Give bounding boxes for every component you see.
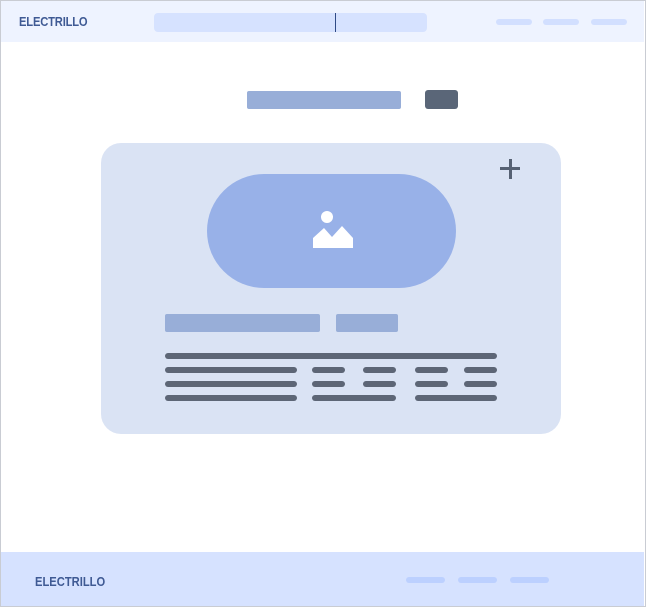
nav-link-1[interactable] [496, 19, 532, 25]
search-button[interactable] [425, 90, 458, 109]
logo[interactable]: ELECTRILLO [19, 14, 88, 29]
footer: ELECTRILLO [1, 552, 644, 606]
nav-link-3[interactable] [591, 19, 627, 25]
spec-line [363, 367, 396, 373]
nav-link-2[interactable] [543, 19, 579, 25]
header: ELECTRILLO [1, 1, 644, 42]
text-caret [335, 13, 336, 32]
spec-line [165, 367, 297, 373]
spec-line [363, 381, 396, 387]
spec-line [464, 367, 497, 373]
spec-line [312, 381, 345, 387]
spec-line [165, 395, 297, 401]
card-tag-placeholder [336, 314, 398, 332]
footer-logo[interactable]: ELECTRILLO [35, 574, 105, 589]
footer-link-1[interactable] [406, 577, 445, 583]
spec-header-line [165, 353, 497, 359]
product-card [101, 143, 561, 434]
spec-line [415, 381, 448, 387]
spec-line [415, 367, 448, 373]
card-title-placeholder [165, 314, 320, 332]
search-input[interactable] [154, 13, 427, 32]
spec-line [312, 367, 345, 373]
image-icon [313, 211, 353, 248]
spec-line [312, 395, 396, 401]
footer-link-2[interactable] [458, 577, 497, 583]
add-icon[interactable] [498, 157, 522, 181]
spec-line [464, 381, 497, 387]
spec-line [415, 395, 497, 401]
image-placeholder [207, 174, 456, 288]
footer-link-3[interactable] [510, 577, 549, 583]
spec-line [165, 381, 297, 387]
search-field[interactable] [247, 91, 401, 109]
